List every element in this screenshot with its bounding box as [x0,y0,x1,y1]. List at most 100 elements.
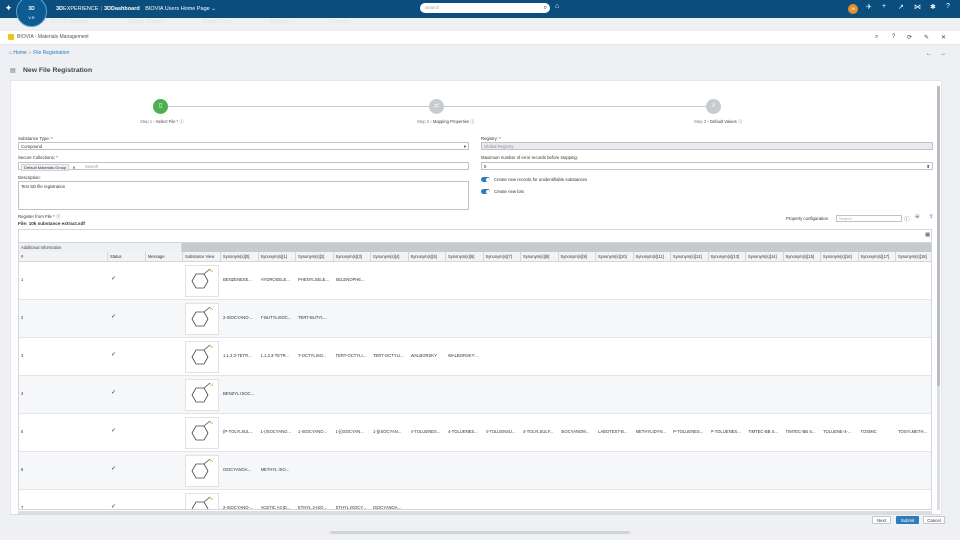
column-header[interactable]: Synonym(s)[10] [596,252,634,262]
compass-apps-icon[interactable]: ✱ [930,3,936,11]
collapse-icon[interactable]: ⊖ [915,214,920,220]
add-icon[interactable]: + [882,3,886,10]
column-header[interactable]: Synonym(s)[16] [821,252,859,262]
synonym-cell: (P-TOLYLSUL... [223,429,254,434]
column-header[interactable]: Synonym(s)[2] [296,252,334,262]
info-icon[interactable]: ⓘ [179,119,183,124]
column-header[interactable]: Synonym(s)[5] [408,252,446,262]
ghost-tab[interactable]: Getting Started [128,19,162,25]
column-header[interactable]: Synonym(s)[0] [221,252,259,262]
avatar[interactable]: JK [848,4,858,14]
column-header[interactable]: Synonym(s)[13] [708,252,746,262]
structure-image[interactable]: N [185,265,219,297]
search-icon[interactable]: ⌕ [875,34,878,41]
cancel-button[interactable]: Cancel [923,516,945,524]
column-header[interactable]: Synonym(s)[6] [446,252,484,262]
structure-image[interactable]: N [185,303,219,335]
column-header[interactable]: Synonym(s)[8] [521,252,559,262]
property-search-input[interactable]: Search [836,215,902,222]
step1-file-icon[interactable]: ▯ [153,99,168,114]
close-icon[interactable]: ✕ [941,34,946,41]
column-header[interactable]: Synonym(s)[17] [858,252,896,262]
structure-image[interactable]: N [185,341,219,373]
column-header[interactable]: Synonym(s)[11] [633,252,671,262]
global-search-input[interactable]: Search ⌕ [420,3,550,13]
ghost-tab[interactable]: Favorites [330,19,351,25]
step2-mapping-icon[interactable]: ⇄ [429,99,444,114]
synonym-cell: METHYLIDYN... [635,429,666,434]
table-row[interactable]: 7 ✓ N 2-ISOCYANO-... ACETIC ACID... ETHYL 2-I… [19,490,931,509]
home-icon[interactable]: ⌂ [9,50,12,56]
table-row[interactable]: 6 ✓ N ISOCYANOA... METHYL ISO... [19,452,931,490]
breadcrumb-home[interactable]: Home [13,50,26,56]
create-lots-toggle[interactable] [481,189,490,194]
column-header[interactable]: # [19,252,108,262]
column-header[interactable]: Synonym(s)[18] [896,252,931,262]
description-label: Description: [18,175,41,180]
structure-image[interactable]: N [185,493,219,509]
secure-collections-field[interactable]: Default Materials Group ✕ Search [18,162,469,171]
create-records-toggle[interactable] [481,177,490,182]
column-header[interactable]: Synonym(s)[3] [333,252,371,262]
column-header[interactable]: Synonym(s)[4] [371,252,409,262]
description-textarea[interactable]: Test SD file registration [18,181,469,210]
table-settings-icon[interactable]: ▦ [925,232,930,238]
column-header[interactable]: Synonym(s)[1] [258,252,296,262]
logo[interactable]: 3D V.R [16,0,47,27]
info-icon[interactable]: ⓘ [904,215,910,223]
help-icon[interactable]: ? [946,3,950,10]
step-number: Step 2 [417,119,430,124]
dashboard-chevron-icon[interactable]: ⌄ [210,6,216,12]
column-header[interactable]: Synonym(s)[15] [783,252,821,262]
table-row[interactable]: 4 ✓ N BENZYL ISOC... [19,376,931,414]
ghost-tab[interactable]: My Apps [271,19,290,25]
info-icon[interactable]: ⓘ [738,119,742,124]
ghost-tab[interactable]: BIOVIA Materials [50,19,88,25]
file-name: File: 10k substance extract.sdf [18,221,85,226]
ghost-tab[interactable]: Sample Data [202,19,231,25]
pin-icon[interactable]: ✎ [924,34,929,41]
column-header[interactable]: Synonym(s)[14] [746,252,784,262]
breadcrumb-current[interactable]: File Registration [33,50,69,56]
stepper-icon[interactable]: ⬍ [926,163,930,170]
submit-button[interactable]: Submit [896,516,919,524]
structure-image[interactable]: N [185,455,219,487]
max-errors-input[interactable]: 5 ⬍ [481,162,933,170]
step3-default-values-icon[interactable]: ≡ [706,99,721,114]
structure-image[interactable]: N [185,417,219,449]
share-icon[interactable]: ↗ [898,3,904,11]
chevron-down-icon[interactable]: ▾ [464,143,466,150]
column-header[interactable]: Message [146,252,183,262]
chip-remove-icon[interactable]: ✕ [72,165,75,170]
table-row[interactable]: 5 ✓ N (P-TOLYLSUL... 1-(ISOCYANO... 1-ISOCYAN… [19,414,931,452]
info-icon[interactable]: ⓘ [470,119,474,124]
search-icon[interactable]: ⌕ [544,3,547,13]
table-row[interactable]: 1 ✓ N BENZENESE... HYDROSELE... PHENYLSELE...… [19,262,931,300]
column-header[interactable]: Synonym(s)[9] [558,252,596,262]
next-button[interactable]: Next [872,516,891,524]
dashboard-title[interactable]: BIOVIA Users Home Page [145,6,210,12]
table-row[interactable]: 2 ✓ N 2-ISOCYANO-... T-BUTYLISOC... TERT-BUTY… [19,300,931,338]
page-scrollbar[interactable] [330,531,630,534]
help-icon[interactable]: ? [892,34,895,40]
notification-icon[interactable]: ✈ [866,3,872,11]
column-header[interactable]: Synonym(s)[12] [671,252,709,262]
compass-icon[interactable]: ✦ [2,2,15,15]
column-header[interactable]: Status [108,252,146,262]
column-header[interactable]: Synonym(s)[7] [483,252,521,262]
upload-icon[interactable]: ⇪ [929,214,934,220]
substance-type-select[interactable]: Compound ▾ [18,142,469,150]
brand-prefix: 3D [56,6,64,12]
vertical-scrollbar[interactable] [937,86,940,510]
info-icon[interactable]: ⓘ [56,214,60,219]
back-arrow-icon[interactable]: ← [926,51,932,57]
network-icon[interactable]: ⋈ [914,3,921,11]
synonym-cell: TERT-BUTYL... [298,315,328,320]
structure-image[interactable]: N [185,379,219,411]
forward-arrow-icon[interactable]: → [940,51,946,57]
column-header[interactable]: Substance View [183,252,221,262]
tag-icon[interactable]: ⌂ [555,3,559,10]
scrollbar-thumb[interactable] [937,86,940,386]
refresh-icon[interactable]: ⟳ [907,34,912,41]
table-row[interactable]: 3 ✓ N 1,1,3,3-TETR... 1,1,3,3-TETR... T-OCTYL… [19,338,931,376]
